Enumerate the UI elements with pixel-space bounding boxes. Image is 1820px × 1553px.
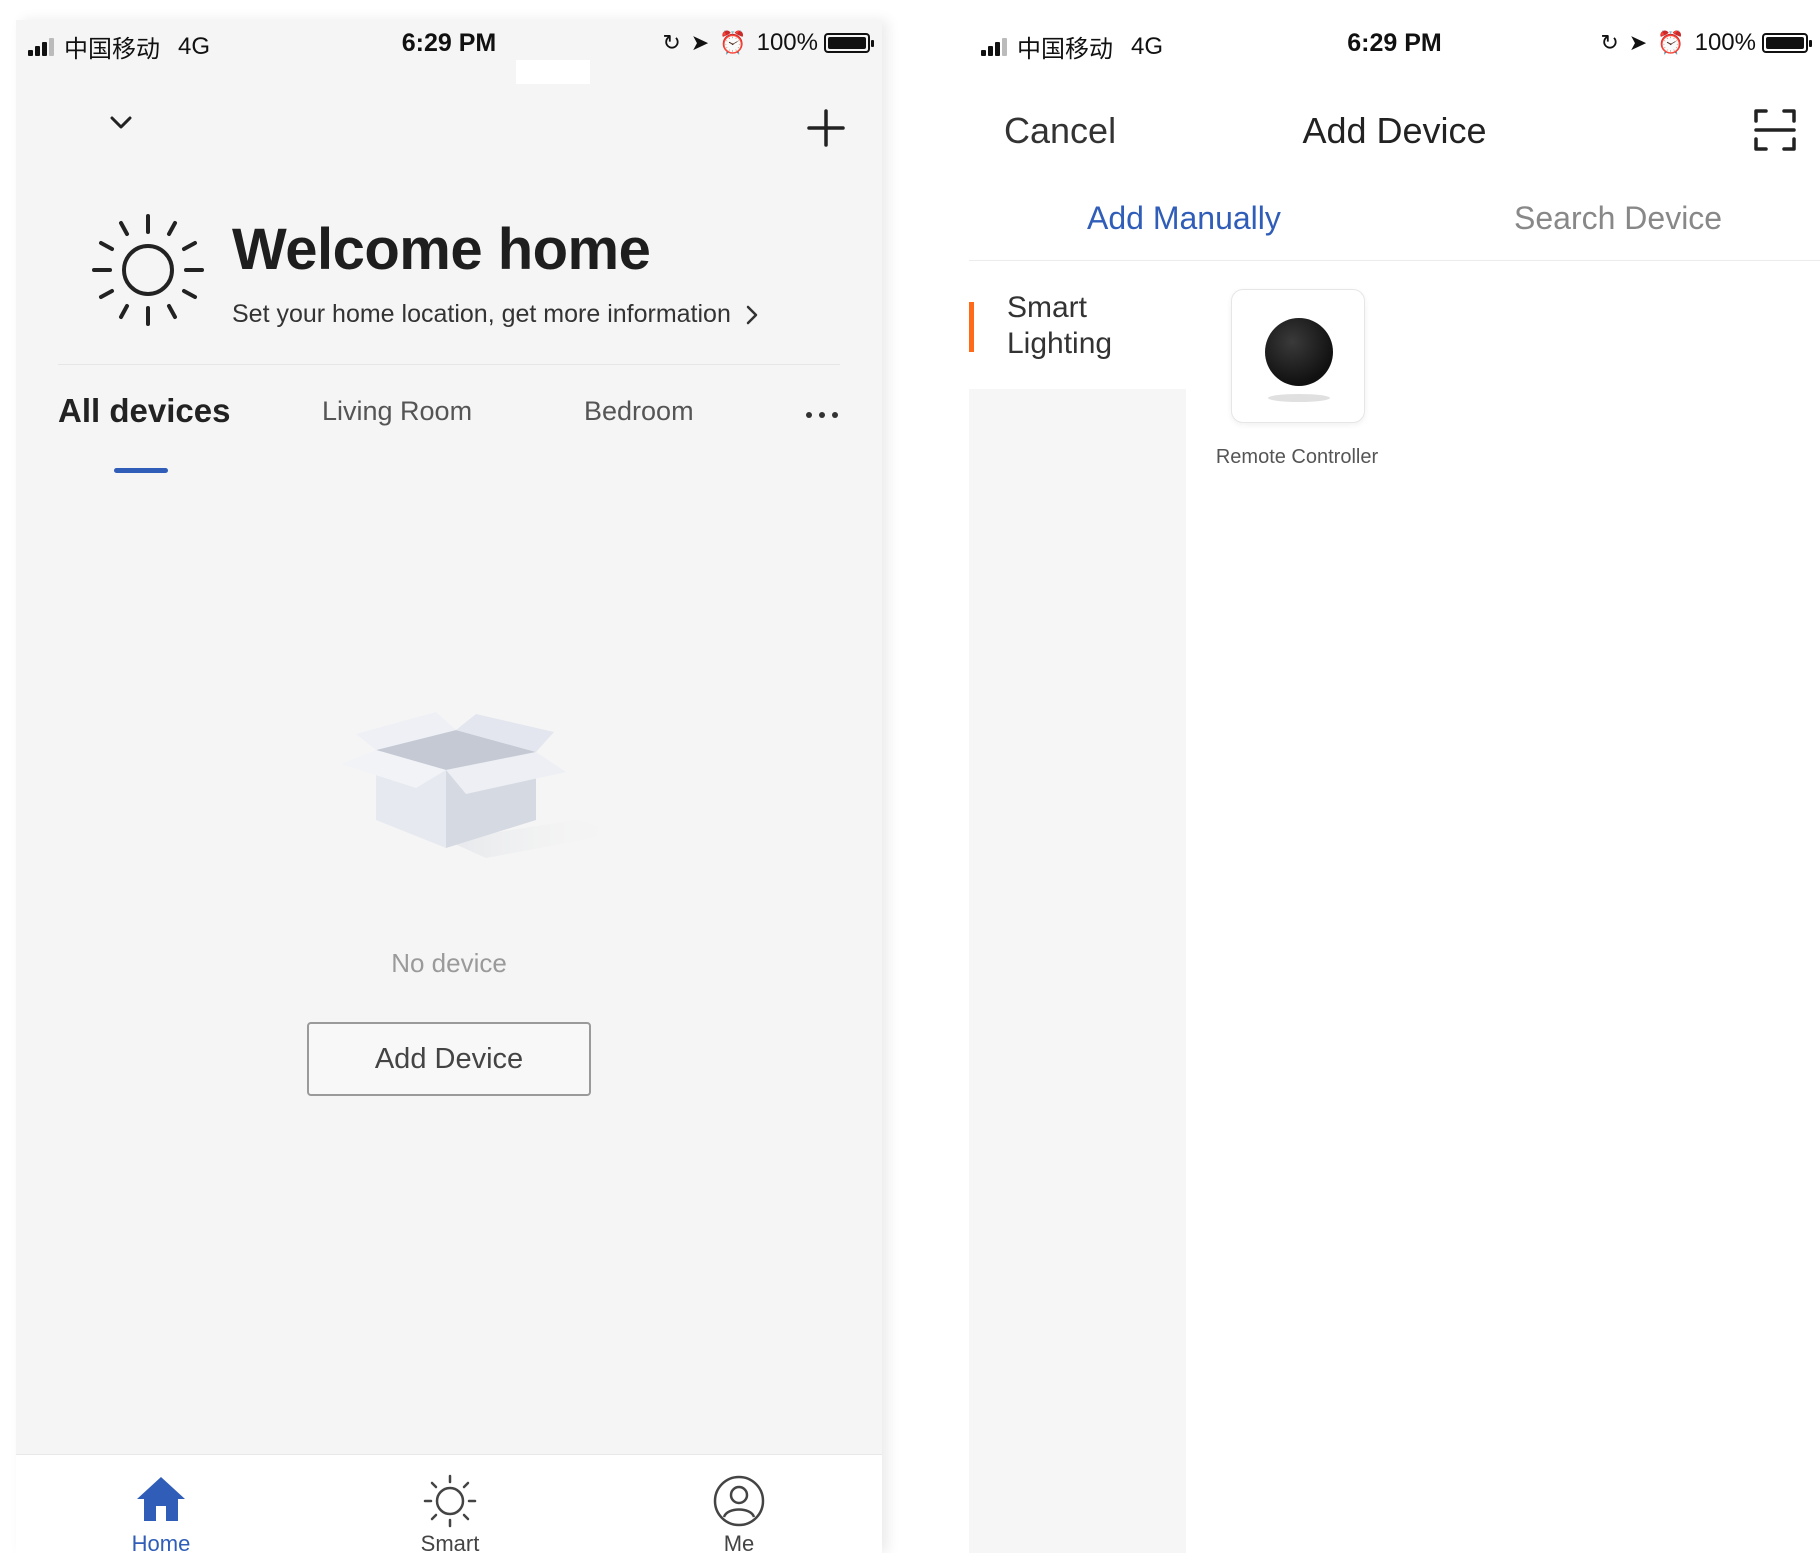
sun-icon [423, 1474, 477, 1528]
orientation-lock-icon: ↻ [1600, 30, 1619, 55]
alarm-icon: ⏰ [719, 30, 747, 55]
user-icon [713, 1475, 765, 1527]
remote-controller-icon [1265, 318, 1333, 386]
orientation-lock-icon: ↻ [662, 30, 681, 55]
chevron-down-icon[interactable] [108, 110, 134, 136]
welcome-title: Welcome home [232, 217, 651, 282]
divider [58, 364, 840, 365]
tab-smart-label: Smart [420, 1531, 480, 1553]
bottom-tab-bar: Home Smart Me [16, 1454, 882, 1553]
tab-me[interactable]: Me [679, 1455, 799, 1553]
weather-sun-icon [92, 214, 204, 326]
location-arrow-icon: ➤ [1628, 30, 1648, 55]
add-icon[interactable] [806, 108, 846, 148]
empty-box-icon [341, 712, 626, 858]
status-blank [516, 60, 590, 84]
more-icon[interactable] [806, 412, 845, 418]
battery-percent: 100% [756, 29, 818, 56]
category-item-smart-lighting[interactable]: Smart Lighting [969, 262, 1186, 389]
location-arrow-icon: ➤ [690, 30, 710, 55]
status-bar: 中国移动 4G 6:29 PM ↻ ➤ ⏰ 100% [16, 20, 882, 68]
alarm-icon: ⏰ [1657, 30, 1685, 55]
add-device-screen: 中国移动 4G 6:29 PM ↻ ➤ ⏰ 100% Cancel Add De… [969, 20, 1820, 1553]
device-shadow [1268, 394, 1330, 402]
room-tabs: All devices Living Room Bedroom [16, 392, 882, 446]
chevron-right-icon [746, 305, 758, 324]
battery-percent: 100% [1694, 29, 1756, 56]
tab-me-label: Me [723, 1531, 755, 1553]
tab-add-manually[interactable]: Add Manually [1087, 200, 1281, 237]
category-label: Smart Lighting [1007, 291, 1113, 360]
add-device-button[interactable]: Add Device [307, 1022, 591, 1096]
divider [969, 260, 1820, 261]
tab-smart[interactable]: Smart [390, 1455, 510, 1553]
tab-bedroom[interactable]: Bedroom [584, 396, 694, 427]
scan-icon[interactable] [1753, 108, 1797, 152]
tab-search-device[interactable]: Search Device [1514, 200, 1722, 237]
tab-living-room[interactable]: Living Room [322, 396, 472, 427]
active-category-marker [969, 302, 974, 352]
tab-home-label: Home [131, 1531, 191, 1553]
home-screen: 中国移动 4G 6:29 PM ↻ ➤ ⏰ 100% Welcome home … [16, 20, 882, 1553]
device-remote-controller[interactable] [1231, 289, 1365, 423]
battery-icon [824, 33, 874, 53]
home-location-link[interactable]: Set your home location, get more informa… [232, 300, 759, 329]
home-icon [137, 1477, 185, 1521]
welcome-subtitle: Set your home location, get more informa… [232, 300, 731, 328]
category-sidebar: Smart Lighting [969, 262, 1186, 1553]
active-tab-indicator [114, 468, 168, 473]
battery-icon [1762, 33, 1812, 53]
page-title: Add Device [1302, 110, 1487, 151]
status-bar: 中国移动 4G 6:29 PM ↻ ➤ ⏰ 100% [969, 20, 1820, 68]
tab-all-devices[interactable]: All devices [58, 392, 230, 430]
empty-message: No device [391, 948, 507, 978]
device-label: Remote Controller [1215, 446, 1379, 468]
tab-home[interactable]: Home [101, 1455, 221, 1553]
